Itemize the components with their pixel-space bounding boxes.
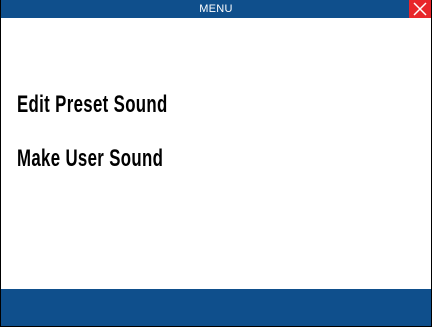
footer-bar — [1, 289, 431, 326]
close-button[interactable] — [409, 0, 431, 18]
close-icon — [413, 2, 427, 16]
title-bar: MENU — [1, 0, 431, 18]
menu-window: MENU Edit Preset Sound Make User Sound — [0, 0, 432, 327]
menu-item-edit-preset-sound[interactable]: Edit Preset Sound — [17, 91, 168, 119]
menu-item-make-user-sound[interactable]: Make User Sound — [17, 145, 163, 173]
window-title: MENU — [199, 3, 233, 15]
